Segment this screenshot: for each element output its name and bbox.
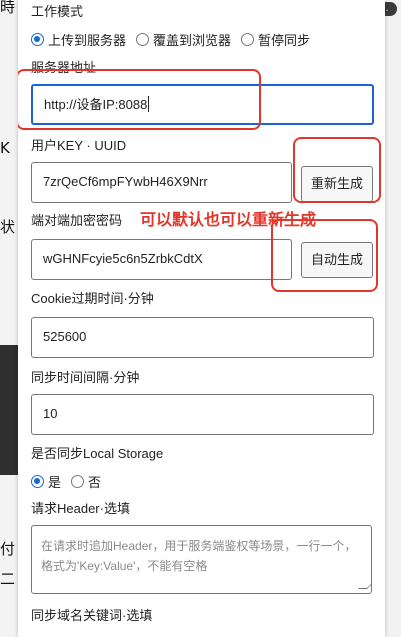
cookie-expiry-input[interactable]: 525600 bbox=[31, 317, 374, 358]
background-dark-region bbox=[0, 345, 18, 475]
background-edge-glyph: 状 bbox=[0, 218, 16, 236]
screenshot-frame: … 時 K 状 付 二 工作模式 上传到服务器 覆盖到浏览器 暂停同步 服务器地… bbox=[0, 0, 401, 637]
request-header-placeholder: 在请求时追加Header，用于服务端鉴权等场景，一行一个，格式为'Key:Val… bbox=[41, 539, 357, 573]
cookie-expiry-label: Cookie过期时间·分钟 bbox=[31, 291, 154, 306]
user-key-input[interactable]: 7zrQeCf6mpFYwbH46X9Nrr bbox=[31, 162, 292, 203]
background-window-right bbox=[383, 0, 401, 637]
radio-upload-to-server[interactable]: 上传到服务器 bbox=[31, 30, 126, 49]
radio-pause-sync-label: 暂停同步 bbox=[258, 33, 311, 48]
user-key-value: 7zrQeCf6mpFYwbH46X9Nrr bbox=[43, 174, 208, 189]
background-edge-glyph: 二 bbox=[0, 570, 16, 588]
radio-local-storage-no[interactable]: 否 bbox=[71, 472, 101, 491]
radio-unselected-icon bbox=[71, 475, 85, 488]
radio-upload-to-server-label: 上传到服务器 bbox=[48, 33, 127, 48]
local-storage-label: 是否同步Local Storage bbox=[31, 446, 164, 461]
regenerate-key-button[interactable]: 重新生成 bbox=[301, 166, 373, 202]
sync-interval-label: 同步时间间隔·分钟 bbox=[31, 370, 140, 385]
e2e-password-label: 端对端加密密码 bbox=[31, 213, 123, 228]
request-header-label: 请求Header·选填 bbox=[31, 501, 130, 516]
radio-overwrite-browser-label: 覆盖到浏览器 bbox=[153, 33, 232, 48]
cookie-expiry-value: 525600 bbox=[43, 329, 87, 344]
server-address-input[interactable]: http://设备IP:8088 bbox=[31, 84, 374, 125]
sync-domain-keywords-label: 同步域名关键词·选填 bbox=[31, 608, 153, 623]
e2e-password-input[interactable]: wGHNFcyie5c6n5ZrbkCdtX bbox=[31, 239, 292, 280]
radio-selected-icon bbox=[31, 33, 44, 46]
radio-pause-sync[interactable]: 暂停同步 bbox=[241, 30, 310, 49]
resize-grip-icon[interactable] bbox=[358, 580, 371, 589]
server-address-value: http://设备IP:8088 bbox=[44, 97, 148, 112]
work-mode-label: 工作模式 bbox=[31, 4, 84, 19]
annotation-text: 可以默认也可以重新生成 bbox=[140, 212, 317, 229]
local-storage-radio-group: 是 否 bbox=[31, 472, 101, 491]
radio-local-storage-no-label: 否 bbox=[88, 475, 102, 490]
sync-settings-panel: 工作模式 上传到服务器 覆盖到浏览器 暂停同步 服务器地址 http://设备I… bbox=[18, 0, 385, 637]
radio-overwrite-browser[interactable]: 覆盖到浏览器 bbox=[136, 30, 231, 49]
e2e-password-value: wGHNFcyie5c6n5ZrbkCdtX bbox=[43, 251, 203, 266]
radio-unselected-icon bbox=[241, 33, 255, 46]
sync-interval-value: 10 bbox=[43, 406, 58, 421]
work-mode-radio-group: 上传到服务器 覆盖到浏览器 暂停同步 bbox=[31, 30, 310, 49]
radio-local-storage-yes[interactable]: 是 bbox=[31, 472, 61, 491]
auto-generate-password-button[interactable]: 自动生成 bbox=[301, 242, 373, 278]
server-address-label: 服务器地址 bbox=[31, 60, 97, 75]
background-edge-glyph: 時 bbox=[0, 0, 16, 16]
radio-selected-icon bbox=[31, 475, 44, 488]
user-key-label: 用户KEY · UUID bbox=[31, 138, 127, 153]
background-edge-glyph: K bbox=[0, 139, 10, 157]
background-edge-glyph: 付 bbox=[0, 540, 16, 558]
radio-local-storage-yes-label: 是 bbox=[48, 475, 62, 490]
text-caret bbox=[148, 96, 150, 112]
request-header-textarea[interactable]: 在请求时追加Header，用于服务端鉴权等场景，一行一个，格式为'Key:Val… bbox=[31, 525, 372, 594]
radio-unselected-icon bbox=[136, 33, 150, 46]
sync-interval-input[interactable]: 10 bbox=[31, 394, 374, 435]
